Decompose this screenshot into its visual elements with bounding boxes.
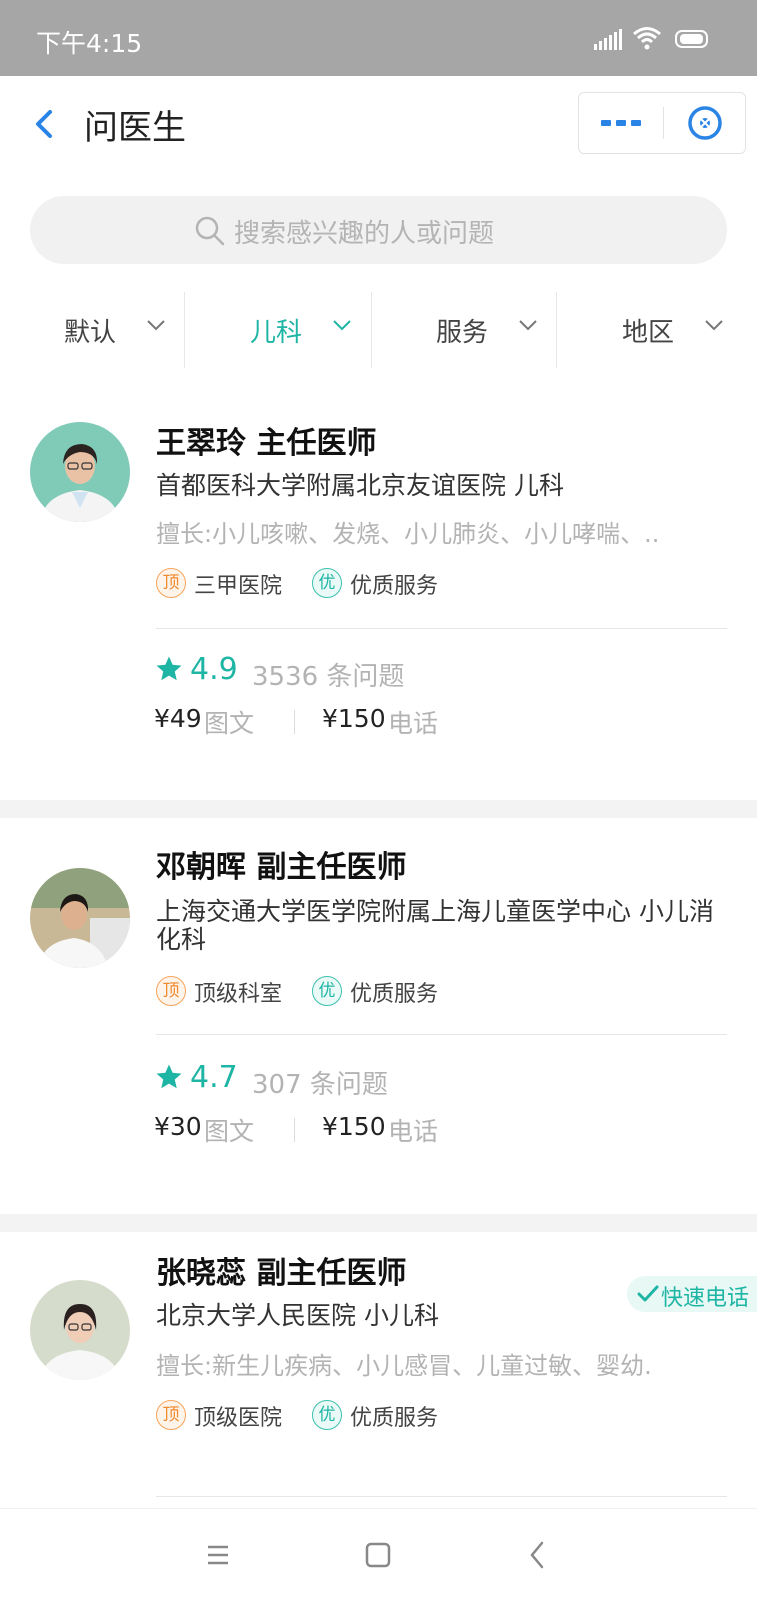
filter-label: 服务	[436, 318, 489, 348]
card-gap	[0, 800, 757, 818]
price-phone-consult: ¥150	[322, 1112, 386, 1141]
menu-icon	[208, 1545, 228, 1565]
doctor-avatar	[30, 1280, 130, 1380]
fast-phone-label: 快速电话	[661, 1286, 750, 1311]
rating-value: 4.7	[190, 1060, 238, 1095]
label-phone-consult: 电话	[388, 709, 439, 738]
search-input[interactable]: 搜索感兴趣的人或问题	[30, 196, 727, 264]
search-icon	[195, 216, 225, 246]
top-badge-icon: 顶	[156, 976, 186, 1006]
filter-label: 地区	[622, 318, 675, 348]
chevron-down-icon	[519, 320, 537, 331]
home-button[interactable]	[348, 1529, 408, 1581]
close-button[interactable]	[664, 93, 746, 153]
check-icon	[637, 1285, 659, 1302]
status-time: 下午4:15	[36, 29, 143, 58]
filter-divider	[556, 292, 557, 368]
search-placeholder: 搜索感兴趣的人或问题	[234, 219, 495, 249]
price-separator	[294, 1118, 295, 1142]
doctor-avatar	[30, 868, 130, 968]
card-divider	[156, 628, 727, 629]
price-text-consult: ¥49	[154, 704, 202, 733]
doctor-expertise: 擅长:小儿咳嗽、发烧、小儿肺炎、小儿哮喘、..	[156, 520, 660, 548]
quality-badge-icon: 优	[312, 976, 342, 1006]
badge-text: 三甲医院	[194, 574, 283, 599]
doctor-name: 王翠玲 主任医师	[156, 426, 377, 461]
card-divider	[156, 1034, 727, 1035]
label-phone-consult: 电话	[388, 1117, 439, 1146]
top-badge-icon: 顶	[156, 1400, 186, 1430]
page-title: 问医生	[84, 108, 186, 148]
mini-program-capsule	[578, 92, 746, 154]
system-back-button[interactable]	[508, 1529, 568, 1581]
star-icon	[156, 656, 182, 681]
doctor-hospital: 上海交通大学医学院附属上海儿童医学中心 小儿消化科	[156, 897, 714, 954]
top-badge-icon: 顶	[156, 568, 186, 598]
question-count: 3536 条问题	[252, 662, 405, 692]
badge-text: 顶级科室	[194, 982, 283, 1007]
battery-icon	[675, 30, 708, 48]
close-circle-icon	[688, 106, 722, 140]
chevron-down-icon	[333, 320, 351, 331]
filter-region[interactable]: 地区	[558, 288, 748, 370]
back-arrow-icon[interactable]	[26, 100, 66, 148]
card-divider	[156, 1496, 727, 1497]
back-chevron-icon	[530, 1541, 544, 1569]
wifi-icon	[633, 27, 661, 50]
price-separator	[294, 710, 295, 734]
quality-badge-icon: 优	[312, 1400, 342, 1430]
card-gap	[0, 1214, 757, 1232]
home-square-icon	[365, 1542, 391, 1568]
filter-bar: 默认 儿科 服务 地区	[0, 288, 757, 370]
filter-label: 儿科	[250, 318, 303, 348]
filter-label: 默认	[64, 318, 117, 348]
label-text-consult: 图文	[204, 709, 255, 738]
more-dots-icon	[601, 120, 641, 126]
filter-service[interactable]: 服务	[372, 288, 562, 370]
signal-icon	[594, 29, 622, 50]
doctor-card[interactable]: 张晓蕊 副主任医师 北京大学人民医院 小儿科 擅长:新生儿疾病、小儿感冒、儿童过…	[0, 1232, 757, 1508]
badge-text: 优质服务	[350, 982, 439, 1007]
status-bar: 下午4:15	[0, 0, 757, 76]
price-phone-consult: ¥150	[322, 704, 386, 733]
doctor-card[interactable]: 邓朝晖 副主任医师 上海交通大学医学院附属上海儿童医学中心 小儿消化科 顶 顶级…	[0, 818, 757, 1214]
filter-default[interactable]: 默认	[0, 288, 190, 370]
price-text-consult: ¥30	[154, 1112, 202, 1141]
filter-divider	[184, 292, 185, 368]
badge-text: 优质服务	[350, 574, 439, 599]
doctor-hospital: 首都医科大学附属北京友谊医院 儿科	[156, 471, 564, 500]
doctor-name: 张晓蕊 副主任医师	[156, 1256, 407, 1291]
doctor-avatar	[30, 422, 130, 522]
menu-button[interactable]	[188, 1529, 248, 1581]
doctor-card[interactable]: 王翠玲 主任医师 首都医科大学附属北京友谊医院 儿科 擅长:小儿咳嗽、发烧、小儿…	[0, 396, 757, 800]
doctor-expertise: 擅长:新生儿疾病、小儿感冒、儿童过敏、婴幼.	[156, 1352, 652, 1380]
doctor-name: 邓朝晖 副主任医师	[156, 850, 407, 885]
fast-phone-tag[interactable]: 快速电话	[627, 1276, 757, 1312]
question-count: 307 条问题	[252, 1070, 388, 1100]
nav-bar: 问医生	[0, 76, 757, 180]
badge-text: 顶级医院	[194, 1406, 283, 1431]
system-nav-bar	[0, 1508, 757, 1600]
label-text-consult: 图文	[204, 1117, 255, 1146]
quality-badge-icon: 优	[312, 568, 342, 598]
chevron-down-icon	[147, 320, 165, 331]
more-button[interactable]	[579, 93, 663, 153]
rating-value: 4.9	[190, 652, 238, 687]
badge-text: 优质服务	[350, 1406, 439, 1431]
chevron-down-icon	[705, 320, 723, 331]
star-icon	[156, 1064, 182, 1089]
filter-department[interactable]: 儿科	[186, 288, 376, 370]
